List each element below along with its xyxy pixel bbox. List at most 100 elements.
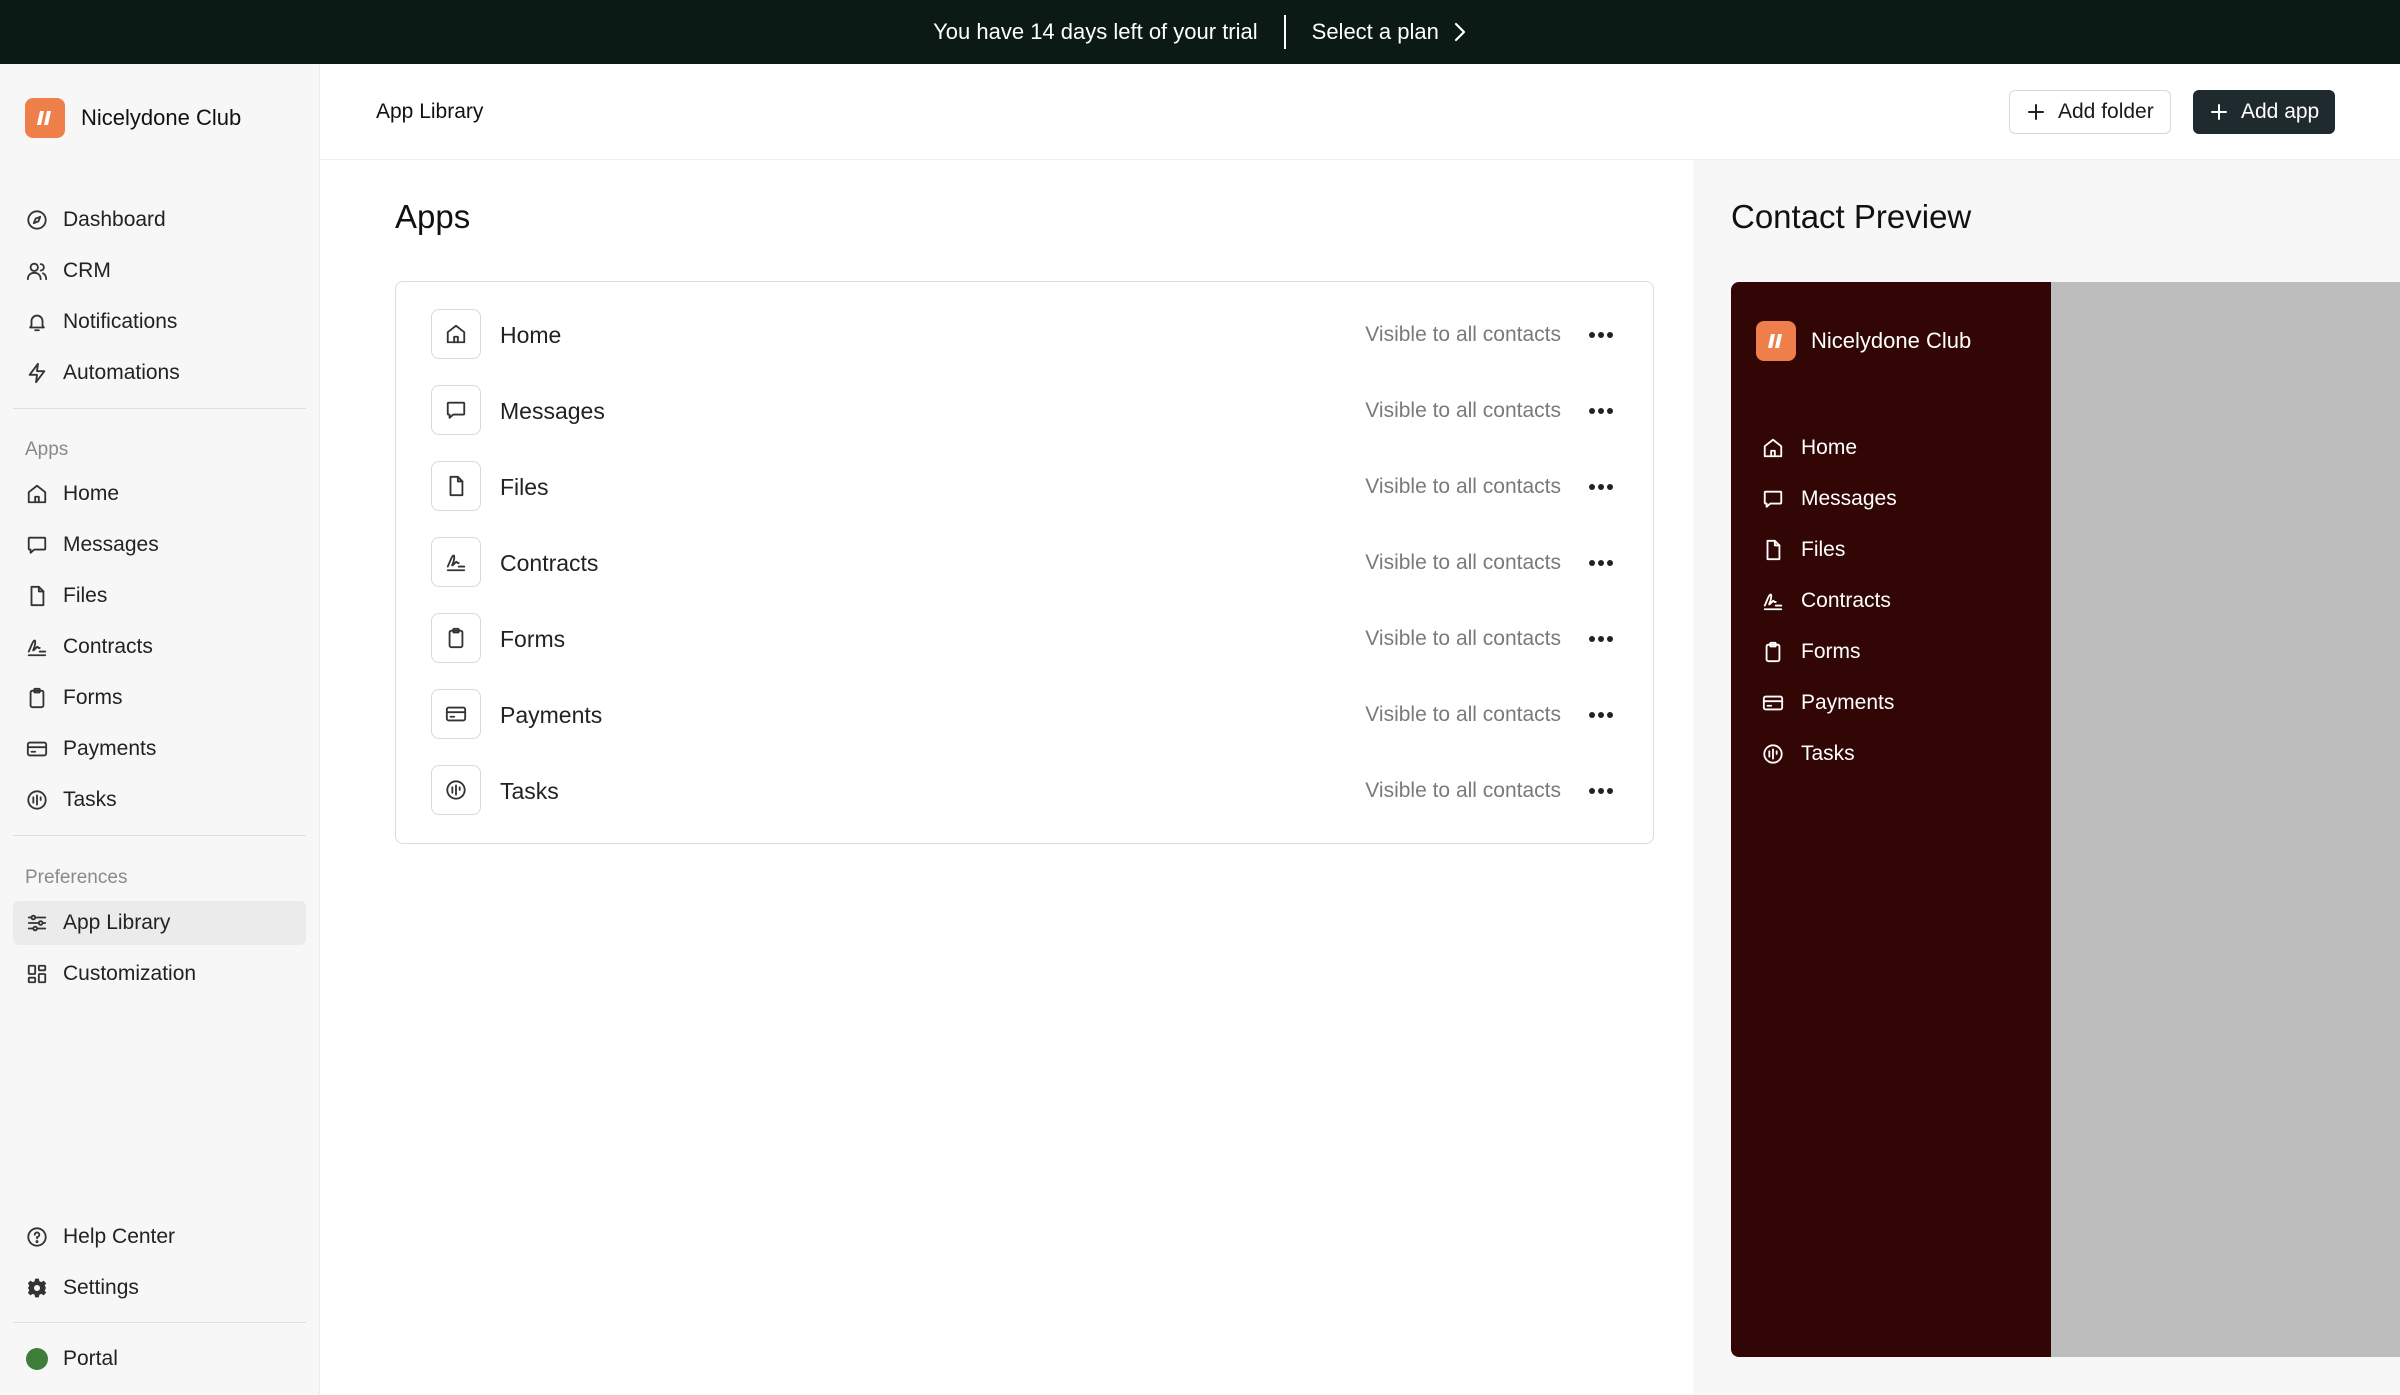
workspace-name: Nicelydone Club xyxy=(81,105,242,130)
sidebar-item-tasks[interactable]: Tasks xyxy=(13,778,306,822)
preview-sidebar: Nicelydone Club Home Messages Files Cont… xyxy=(1731,282,2051,1357)
preview-item-label: Contracts xyxy=(1801,589,1891,612)
app-name: Contracts xyxy=(500,550,599,576)
sidebar-item-customization[interactable]: Customization xyxy=(13,952,306,996)
app-row-home[interactable]: Home Visible to all contacts xyxy=(396,297,1653,373)
more-options-icon[interactable] xyxy=(1587,549,1615,577)
sidebar-item-notifications[interactable]: Notifications xyxy=(13,300,306,344)
compass-icon xyxy=(25,208,49,232)
app-visibility: Visible to all contacts xyxy=(1365,627,1561,650)
sidebar-item-label: Forms xyxy=(63,686,123,709)
sidebar-item-files[interactable]: Files xyxy=(13,574,306,618)
app-visibility: Visible to all contacts xyxy=(1365,703,1561,726)
gear-icon xyxy=(25,1276,49,1300)
app-visibility: Visible to all contacts xyxy=(1365,399,1561,422)
sidebar-item-label: Dashboard xyxy=(63,208,166,231)
preview-item-messages: Messages xyxy=(1761,482,1897,516)
preview-item-label: Payments xyxy=(1801,691,1895,714)
sidebar-item-payments[interactable]: Payments xyxy=(13,727,306,771)
add-app-label: Add app xyxy=(2241,100,2320,123)
home-icon xyxy=(431,309,481,359)
message-icon xyxy=(1761,487,1785,511)
preview-item-label: Forms xyxy=(1801,640,1861,663)
sidebar-item-home[interactable]: Home xyxy=(13,472,306,516)
sidebar-item-help-center[interactable]: Help Center xyxy=(13,1215,306,1259)
more-options-icon[interactable] xyxy=(1587,397,1615,425)
sidebar: Nicelydone Club Dashboard CRM Notificati… xyxy=(0,64,320,1395)
app-row-payments[interactable]: Payments Visible to all contacts xyxy=(396,677,1653,753)
home-icon xyxy=(1761,436,1785,460)
app-visibility: Visible to all contacts xyxy=(1365,323,1561,346)
sidebar-item-app-library[interactable]: App Library xyxy=(13,901,306,945)
preview-brand: Nicelydone Club xyxy=(1756,321,1971,361)
app-name: Messages xyxy=(500,398,605,424)
more-options-icon[interactable] xyxy=(1587,473,1615,501)
signature-icon xyxy=(1761,589,1785,613)
home-icon xyxy=(25,482,49,506)
portal-label: Portal xyxy=(63,1347,118,1370)
app-row-files[interactable]: Files Visible to all contacts xyxy=(396,449,1653,525)
preview-item-home: Home xyxy=(1761,431,1857,465)
sidebar-item-label: Files xyxy=(63,584,108,607)
sidebar-divider xyxy=(13,835,306,836)
sidebar-divider xyxy=(13,1322,306,1323)
status-dot xyxy=(26,1348,48,1370)
contact-preview-frame: Nicelydone Club Home Messages Files Cont… xyxy=(1731,282,2400,1357)
sidebar-item-label: Home xyxy=(63,482,120,505)
page-title: App Library xyxy=(376,100,484,123)
app-row-tasks[interactable]: Tasks Visible to all contacts xyxy=(396,753,1653,829)
app-row-messages[interactable]: Messages Visible to all contacts xyxy=(396,373,1653,449)
app-row-forms[interactable]: Forms Visible to all contacts xyxy=(396,601,1653,677)
sidebar-item-automations[interactable]: Automations xyxy=(13,351,306,395)
sidebar-item-settings[interactable]: Settings xyxy=(13,1266,306,1310)
message-icon xyxy=(431,385,481,435)
app-name: Home xyxy=(500,322,562,348)
file-icon xyxy=(1761,538,1785,562)
clipboard-icon xyxy=(1761,640,1785,664)
sidebar-divider xyxy=(13,408,306,409)
add-app-button[interactable]: Add app xyxy=(2193,90,2336,134)
sidebar-item-label: CRM xyxy=(63,259,111,282)
sidebar-item-forms[interactable]: Forms xyxy=(13,676,306,720)
file-icon xyxy=(25,584,49,608)
credit-card-icon xyxy=(1761,691,1785,715)
add-folder-button[interactable]: Add folder xyxy=(2009,90,2171,134)
sidebar-item-contracts[interactable]: Contracts xyxy=(13,625,306,669)
banner-divider xyxy=(1283,15,1286,49)
bolt-icon xyxy=(25,361,49,385)
sidebar-item-label: Messages xyxy=(63,533,159,556)
more-options-icon[interactable] xyxy=(1587,625,1615,653)
sidebar-item-crm[interactable]: CRM xyxy=(13,249,306,293)
sidebar-item-label: Notifications xyxy=(63,310,178,333)
tasks-icon xyxy=(431,765,481,815)
preview-item-tasks: Tasks xyxy=(1761,737,1855,771)
preview-item-files: Files xyxy=(1761,533,1845,567)
app-name: Payments xyxy=(500,702,603,728)
more-options-icon[interactable] xyxy=(1587,321,1615,349)
sidebar-item-messages[interactable]: Messages xyxy=(13,523,306,567)
sidebar-item-label: Payments xyxy=(63,737,157,760)
select-plan-link[interactable]: Select a plan xyxy=(1312,19,1467,45)
preferences-section-label: Preferences xyxy=(25,867,128,888)
sidebar-item-label: App Library xyxy=(63,911,171,934)
tasks-icon xyxy=(1761,742,1785,766)
app-visibility: Visible to all contacts xyxy=(1365,779,1561,802)
workspace-switcher[interactable]: Nicelydone Club xyxy=(25,98,241,138)
app-row-contracts[interactable]: Contracts Visible to all contacts xyxy=(396,525,1653,601)
brand-logo-icon xyxy=(1756,321,1796,361)
message-icon xyxy=(25,533,49,557)
sidebar-item-label: Customization xyxy=(63,962,197,985)
trial-banner: You have 14 days left of your trial Sele… xyxy=(0,0,2400,64)
preview-item-payments: Payments xyxy=(1761,686,1894,720)
more-options-icon[interactable] xyxy=(1587,701,1615,729)
preview-item-label: Home xyxy=(1801,436,1858,459)
clipboard-icon xyxy=(431,613,481,663)
page-header: App Library Add folder Add app xyxy=(320,64,2400,160)
sliders-icon xyxy=(25,911,49,935)
app-visibility: Visible to all contacts xyxy=(1365,475,1561,498)
apps-heading: Apps xyxy=(395,198,471,235)
sidebar-item-dashboard[interactable]: Dashboard xyxy=(13,198,306,242)
portal-status[interactable]: Portal xyxy=(13,1337,306,1381)
preview-brand-name: Nicelydone Club xyxy=(1811,328,1972,353)
more-options-icon[interactable] xyxy=(1587,777,1615,805)
